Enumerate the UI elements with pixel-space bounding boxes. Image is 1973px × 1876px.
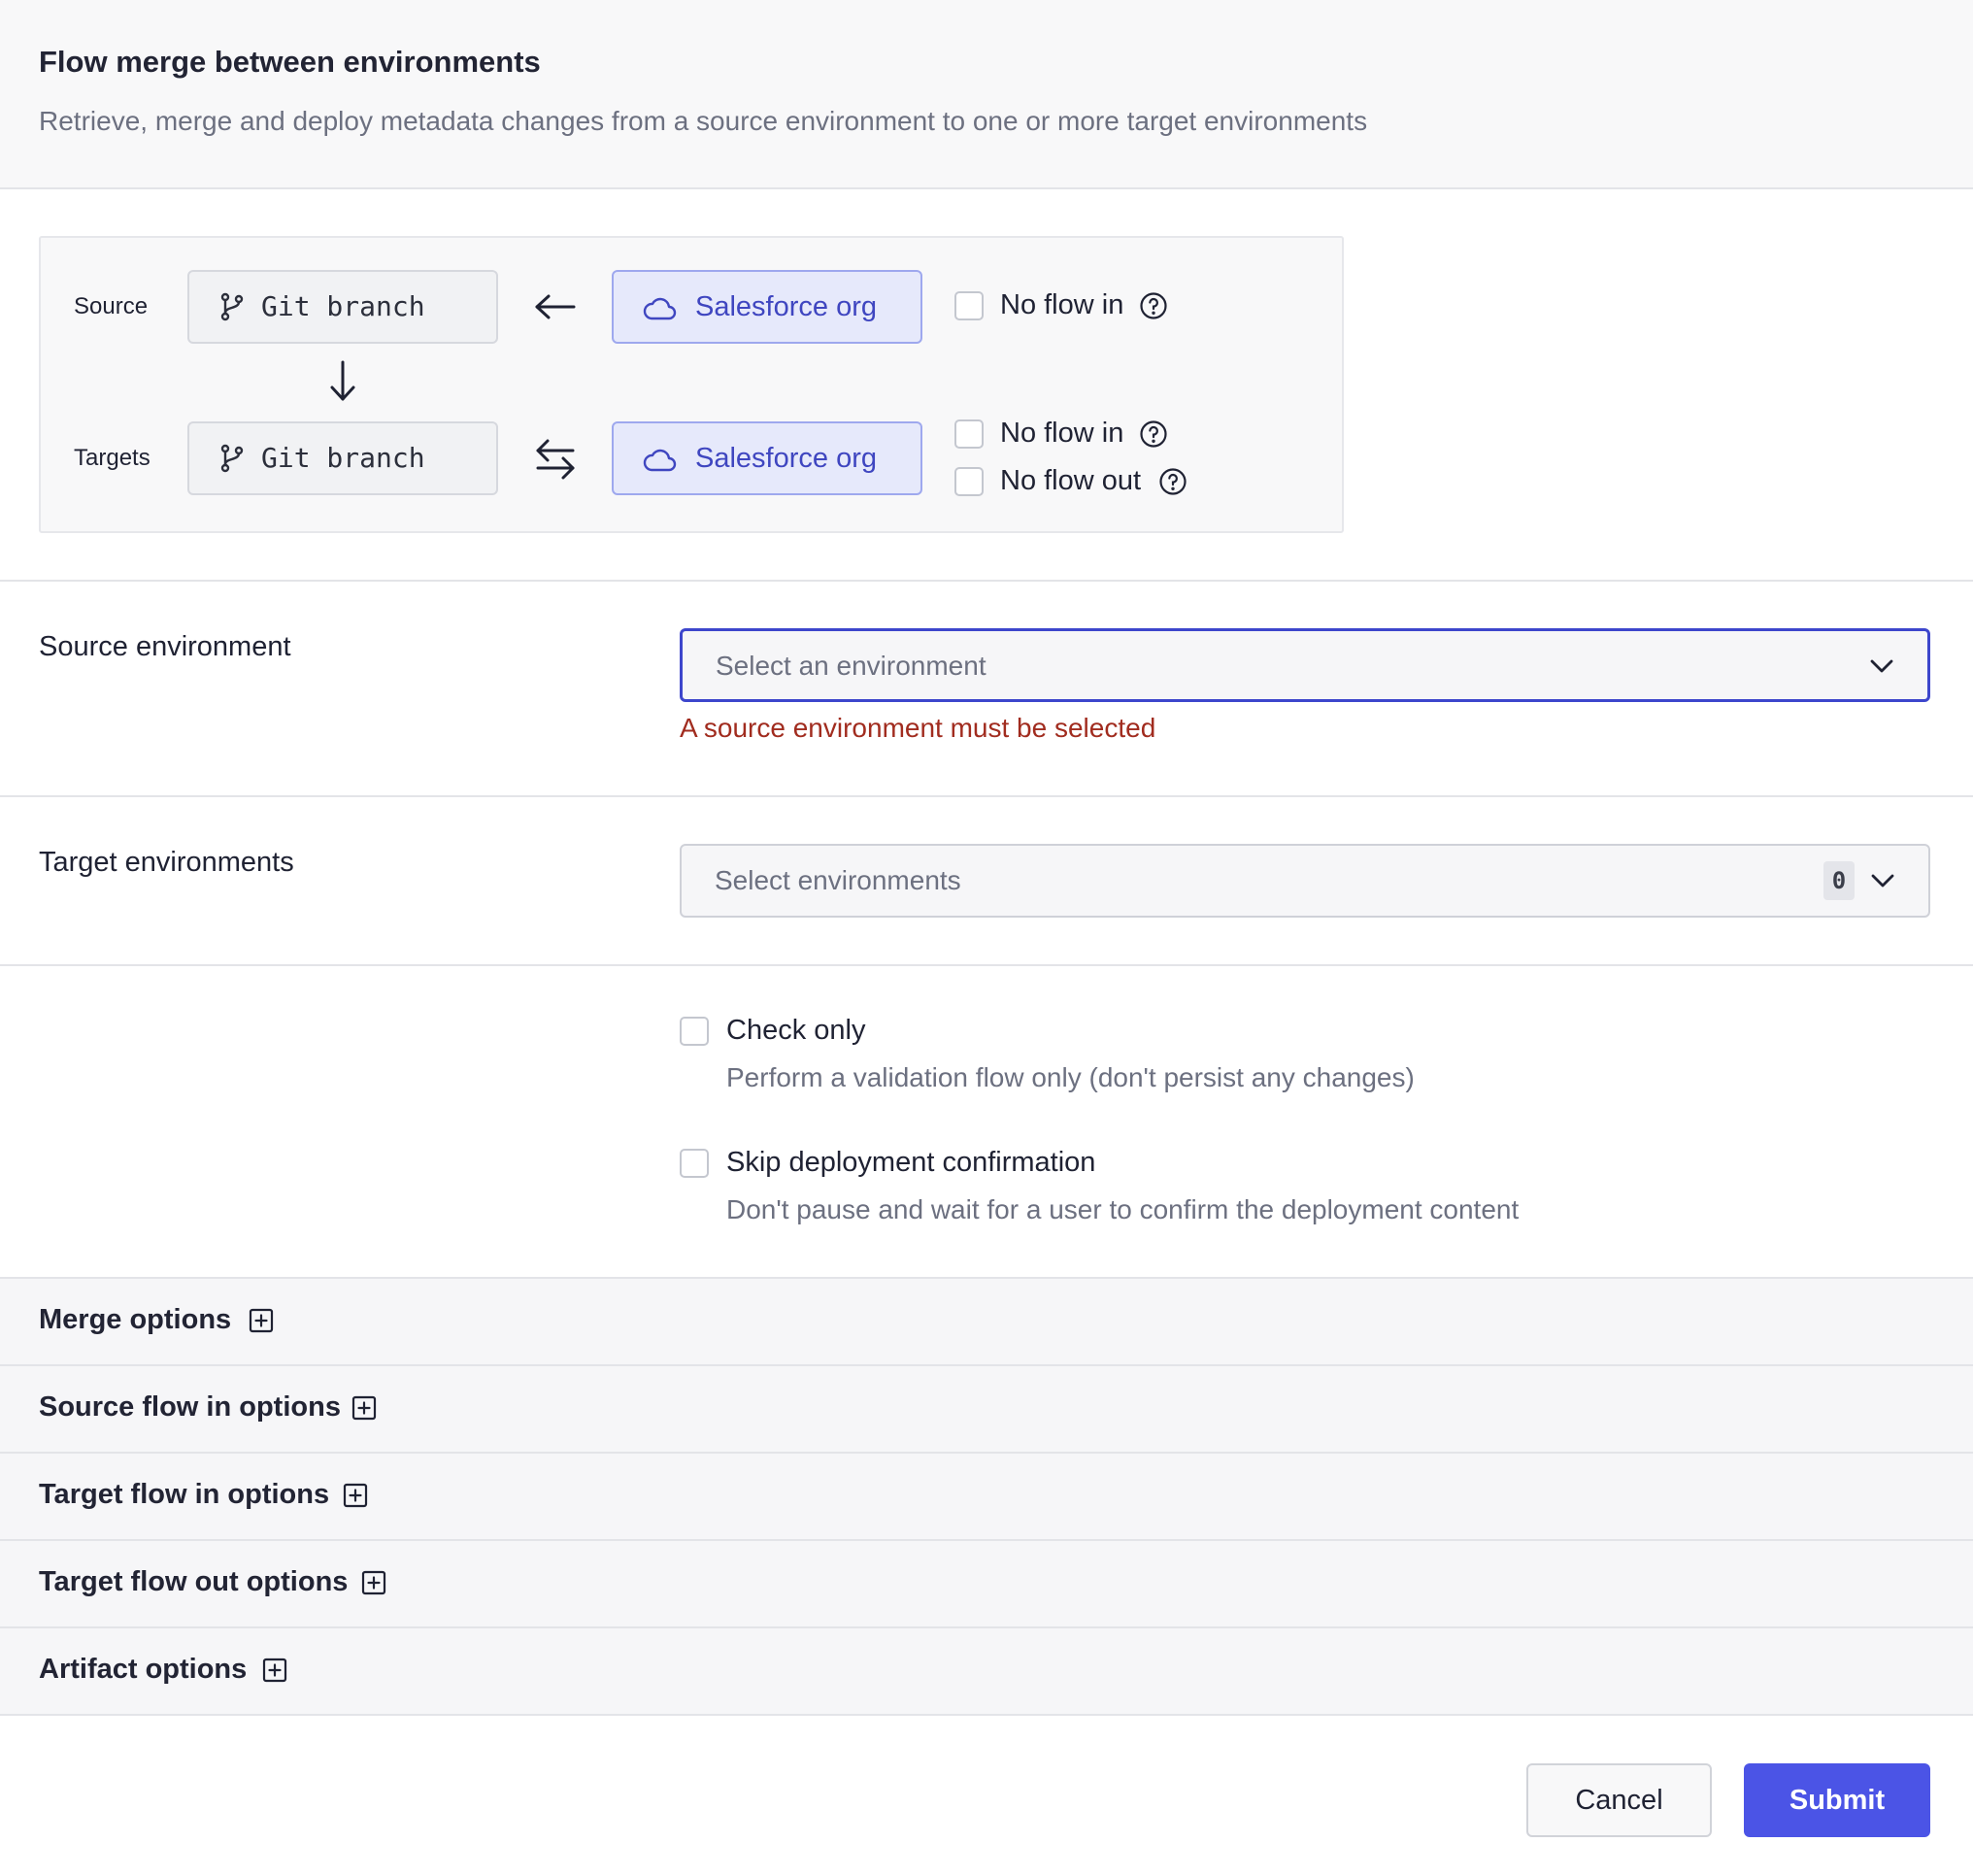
target-no-flow-in-label: No flow in <box>1000 418 1124 449</box>
target-git-branch: Git branch <box>187 421 498 495</box>
source-git-branch: Git branch <box>187 270 498 344</box>
help-icon[interactable] <box>1139 291 1168 320</box>
accordion-target-flow-in-options[interactable]: Target flow in options <box>0 1452 1973 1539</box>
accordion-label: Merge options <box>39 1304 232 1335</box>
accordion-label: Target flow in options <box>39 1479 330 1510</box>
chevron-down-icon <box>1870 659 1893 673</box>
salesforce-org-label: Salesforce org <box>695 443 877 474</box>
expand-plus-icon[interactable] <box>249 1308 274 1333</box>
flow-diagram: Source Targets Git branch Salesforce org… <box>39 236 1344 533</box>
targets-row-label: Targets <box>74 445 150 471</box>
expand-plus-icon[interactable] <box>343 1483 368 1508</box>
salesforce-org-label: Salesforce org <box>695 291 877 322</box>
skip-confirmation-label: Skip deployment confirmation <box>726 1147 1096 1178</box>
source-environment-select[interactable]: Select an environment <box>680 628 1930 702</box>
section-divider <box>0 964 1973 966</box>
target-salesforce-org: Salesforce org <box>612 421 922 495</box>
source-environment-error: A source environment must be selected <box>680 713 1156 743</box>
expand-plus-icon[interactable] <box>361 1570 386 1595</box>
git-branch-label: Git branch <box>261 442 425 474</box>
accordion-merge-options[interactable]: Merge options <box>0 1277 1973 1364</box>
check-only-description: Perform a validation flow only (don't pe… <box>726 1062 1415 1092</box>
cloud-icon <box>643 449 677 472</box>
selected-count-badge: 0 <box>1823 861 1855 900</box>
accordion-label: Artifact options <box>39 1654 248 1685</box>
cloud-icon <box>643 297 677 320</box>
section-divider <box>0 580 1973 582</box>
git-branch-label: Git branch <box>261 290 425 322</box>
arrow-left-icon <box>535 294 576 319</box>
target-environments-placeholder: Select environments <box>715 865 961 895</box>
source-environment-label: Source environment <box>39 631 291 662</box>
source-salesforce-org: Salesforce org <box>612 270 922 344</box>
accordion-artifact-options[interactable]: Artifact options <box>0 1626 1973 1716</box>
skip-confirmation-checkbox[interactable] <box>680 1149 709 1178</box>
section-divider <box>0 795 1973 797</box>
target-no-flow-in-checkbox[interactable] <box>954 419 984 449</box>
source-no-flow-in-checkbox[interactable] <box>954 291 984 320</box>
git-branch-icon <box>220 444 244 473</box>
source-no-flow-in-label: No flow in <box>1000 289 1124 320</box>
target-environments-label: Target environments <box>39 847 294 878</box>
accordion-label: Target flow out options <box>39 1566 349 1597</box>
check-only-label: Check only <box>726 1015 866 1046</box>
target-no-flow-out-label: No flow out <box>1000 465 1142 496</box>
dialog-subtitle: Retrieve, merge and deploy metadata chan… <box>39 106 1368 136</box>
expand-plus-icon[interactable] <box>351 1395 377 1421</box>
dialog-header: Flow merge between environments Retrieve… <box>0 0 1973 189</box>
accordion-target-flow-out-options[interactable]: Target flow out options <box>0 1539 1973 1626</box>
arrow-down-icon <box>330 360 355 401</box>
target-environments-select[interactable]: Select environments 0 <box>680 844 1930 918</box>
skip-confirmation-description: Don't pause and wait for a user to confi… <box>726 1194 1520 1224</box>
submit-button[interactable]: Submit <box>1744 1763 1930 1837</box>
check-only-checkbox[interactable] <box>680 1017 709 1046</box>
git-branch-icon <box>220 292 244 321</box>
target-no-flow-out-checkbox[interactable] <box>954 467 984 496</box>
accordion-label: Source flow in options <box>39 1391 341 1423</box>
expand-plus-icon[interactable] <box>262 1658 287 1683</box>
source-row-label: Source <box>74 293 149 319</box>
chevron-down-icon <box>1871 874 1894 888</box>
accordion-source-flow-in-options[interactable]: Source flow in options <box>0 1364 1973 1452</box>
source-environment-placeholder: Select an environment <box>716 651 986 681</box>
dialog-title: Flow merge between environments <box>39 45 541 79</box>
help-icon[interactable] <box>1158 467 1187 496</box>
swap-arrows-icon <box>536 439 575 480</box>
cancel-button[interactable]: Cancel <box>1526 1763 1712 1837</box>
help-icon[interactable] <box>1139 419 1168 449</box>
